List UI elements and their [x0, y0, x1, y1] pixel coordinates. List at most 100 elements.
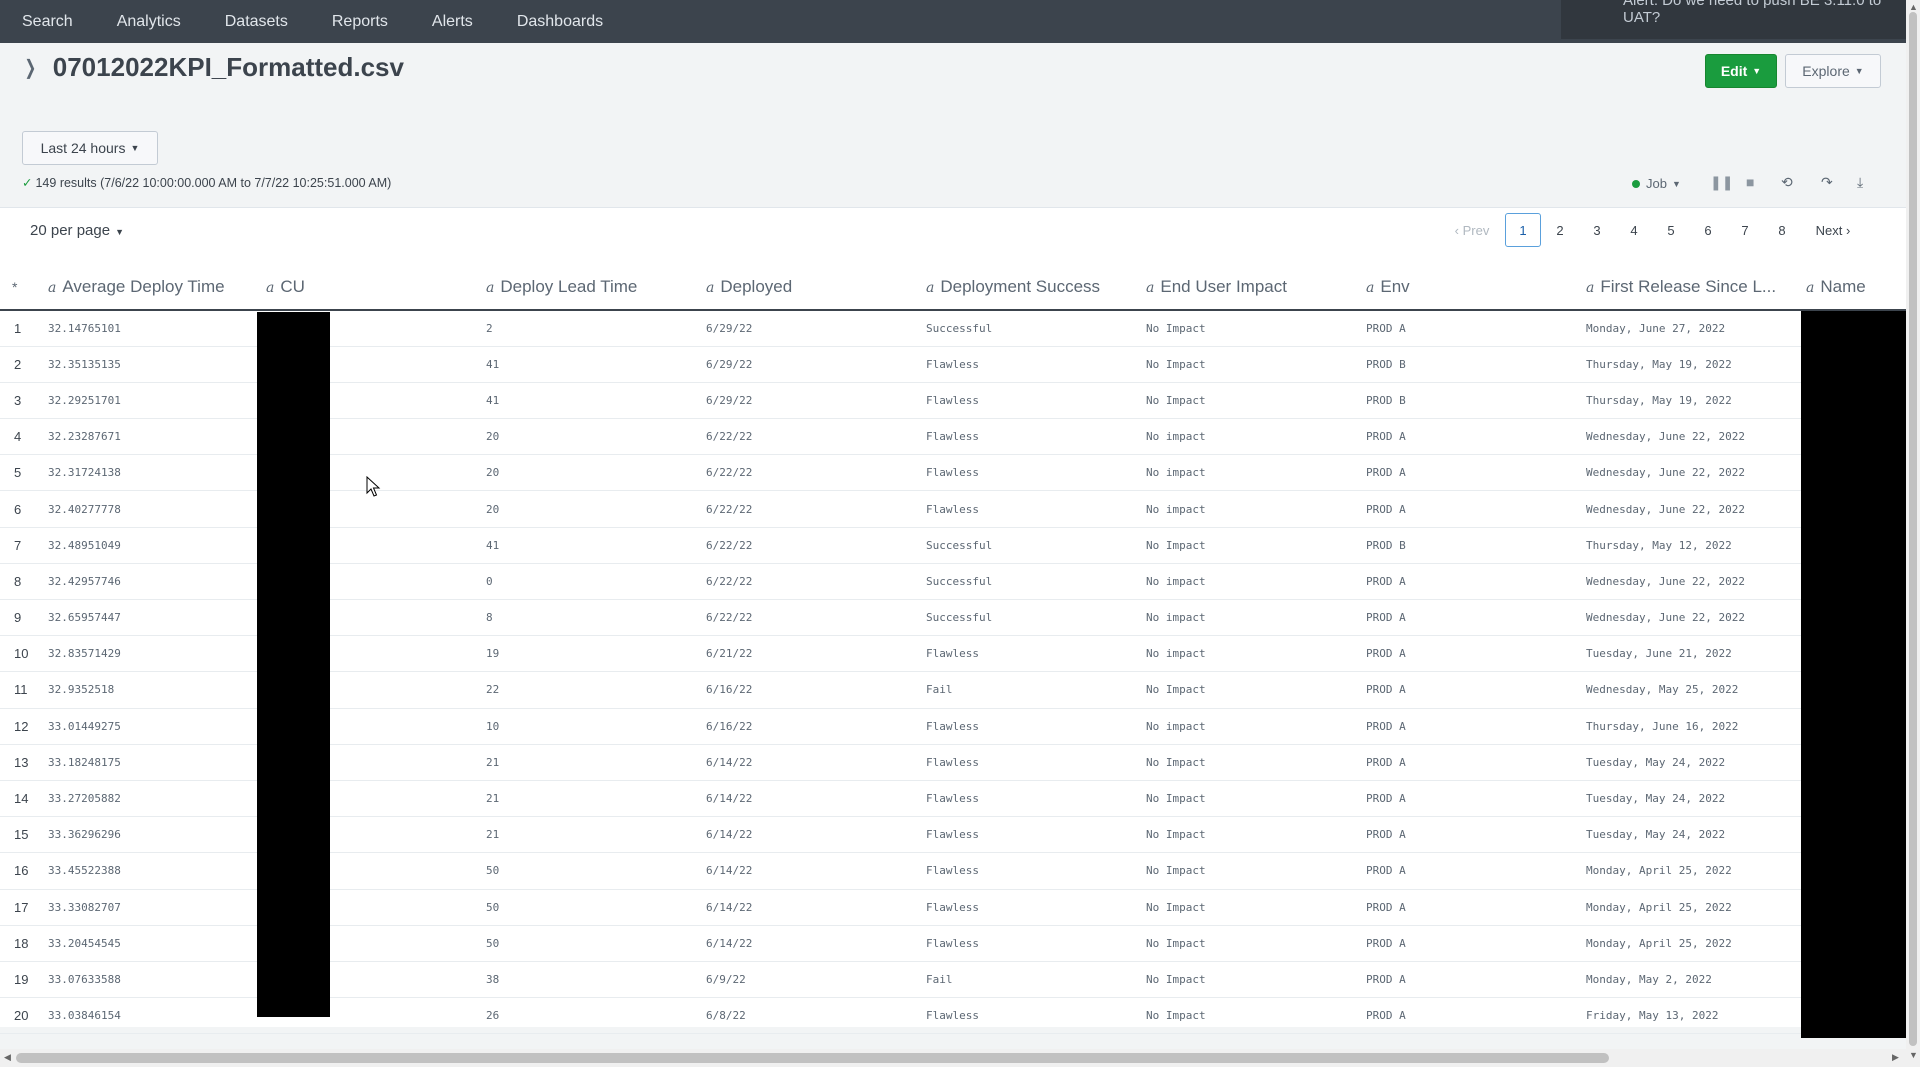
- table-cell[interactable]: Wednesday, June 22, 2022: [1576, 418, 1796, 456]
- pause-icon[interactable]: ❚❚: [1710, 174, 1733, 191]
- table-cell[interactable]: No Impact: [1136, 852, 1356, 890]
- table-cell[interactable]: Flawless: [916, 382, 1136, 420]
- table-cell[interactable]: PROD A: [1356, 852, 1576, 890]
- table-cell[interactable]: 0: [476, 563, 696, 601]
- table-cell[interactable]: 32.40277778: [36, 490, 256, 528]
- table-cell[interactable]: PROD A: [1356, 635, 1576, 673]
- table-cell[interactable]: 6/14/22: [696, 889, 916, 926]
- table-cell[interactable]: No Impact: [1136, 744, 1356, 781]
- table-cell[interactable]: 50: [476, 925, 696, 962]
- table-cell[interactable]: Flawless: [916, 925, 1136, 962]
- table-cell[interactable]: No impact: [1136, 635, 1356, 673]
- nav-search[interactable]: Search: [22, 13, 73, 31]
- table-cell[interactable]: 32.23287671: [36, 418, 256, 456]
- table-cell[interactable]: 33.33082707: [36, 889, 256, 926]
- table-cell[interactable]: 32.65957447: [36, 599, 256, 637]
- table-cell[interactable]: 33.03846154: [36, 997, 256, 1035]
- table-cell[interactable]: 10: [476, 708, 696, 745]
- column-header[interactable]: a Deployment Success: [916, 264, 1136, 311]
- column-header[interactable]: a Deployed: [696, 264, 916, 311]
- column-header[interactable]: a End User Impact: [1136, 264, 1356, 311]
- table-cell[interactable]: PROD A: [1356, 780, 1576, 818]
- edit-button[interactable]: Edit ▼: [1705, 54, 1777, 88]
- table-cell[interactable]: 32.42957746: [36, 563, 256, 601]
- nav-datasets[interactable]: Datasets: [225, 13, 288, 31]
- table-cell[interactable]: No Impact: [1136, 997, 1356, 1035]
- table-cell[interactable]: Wednesday, June 22, 2022: [1576, 490, 1796, 528]
- table-cell[interactable]: Flawless: [916, 889, 1136, 926]
- page-button-5[interactable]: 5: [1653, 213, 1689, 247]
- table-cell[interactable]: PROD A: [1356, 490, 1576, 528]
- table-cell[interactable]: 50: [476, 852, 696, 890]
- page-button-6[interactable]: 6: [1690, 213, 1726, 247]
- table-cell[interactable]: 6/14/22: [696, 925, 916, 962]
- table-cell[interactable]: 41: [476, 346, 696, 383]
- notification-toast[interactable]: Alert: Do we need to push BE 3.11.0 to U…: [1561, 0, 1906, 39]
- page-button-7[interactable]: 7: [1727, 213, 1763, 247]
- table-cell[interactable]: No impact: [1136, 708, 1356, 745]
- table-cell[interactable]: Tuesday, May 24, 2022: [1576, 780, 1796, 818]
- table-cell[interactable]: No Impact: [1136, 346, 1356, 383]
- job-menu[interactable]: Job ▼: [1632, 176, 1681, 191]
- table-cell[interactable]: Flawless: [916, 997, 1136, 1035]
- table-cell[interactable]: Monday, June 27, 2022: [1576, 310, 1796, 347]
- table-cell[interactable]: No Impact: [1136, 382, 1356, 420]
- table-cell[interactable]: Flawless: [916, 852, 1136, 890]
- table-cell[interactable]: 22: [476, 671, 696, 709]
- column-header[interactable]: a Name: [1796, 264, 1906, 311]
- table-cell[interactable]: 33.01449275: [36, 708, 256, 745]
- table-cell[interactable]: 32.35135135: [36, 346, 256, 383]
- page-button-2[interactable]: 2: [1542, 213, 1578, 247]
- table-cell[interactable]: Fail: [916, 671, 1136, 709]
- table-cell[interactable]: Flawless: [916, 418, 1136, 456]
- table-cell[interactable]: PROD A: [1356, 708, 1576, 745]
- table-cell[interactable]: 21: [476, 780, 696, 818]
- table-cell[interactable]: PROD A: [1356, 599, 1576, 637]
- explore-button[interactable]: Explore ▼: [1785, 54, 1881, 88]
- table-cell[interactable]: 6/14/22: [696, 780, 916, 818]
- table-cell[interactable]: No Impact: [1136, 961, 1356, 999]
- table-cell[interactable]: Wednesday, May 25, 2022: [1576, 671, 1796, 709]
- table-cell[interactable]: Flawless: [916, 744, 1136, 781]
- table-cell[interactable]: 6/14/22: [696, 816, 916, 854]
- table-cell[interactable]: Friday, May 13, 2022: [1576, 997, 1796, 1035]
- table-cell[interactable]: No Impact: [1136, 527, 1356, 564]
- table-cell[interactable]: Flawless: [916, 490, 1136, 528]
- per-page-dropdown[interactable]: 20 per page ▼: [30, 222, 124, 239]
- column-header[interactable]: a Average Deploy Time: [36, 264, 256, 311]
- table-cell[interactable]: PROD A: [1356, 418, 1576, 456]
- table-cell[interactable]: 6/9/22: [696, 961, 916, 999]
- nav-alerts[interactable]: Alerts: [432, 13, 473, 31]
- table-cell[interactable]: 6/29/22: [696, 382, 916, 420]
- table-cell[interactable]: PROD A: [1356, 310, 1576, 347]
- column-header[interactable]: a First Release Since L...: [1576, 264, 1796, 311]
- table-cell[interactable]: 32.14765101: [36, 310, 256, 347]
- table-cell[interactable]: Thursday, May 12, 2022: [1576, 527, 1796, 564]
- table-cell[interactable]: No Impact: [1136, 780, 1356, 818]
- table-cell[interactable]: Flawless: [916, 346, 1136, 383]
- table-cell[interactable]: 32.48951049: [36, 527, 256, 564]
- scroll-down-icon[interactable]: ▼: [1909, 1050, 1918, 1060]
- table-cell[interactable]: 32.31724138: [36, 454, 256, 492]
- table-cell[interactable]: 33.18248175: [36, 744, 256, 781]
- table-cell[interactable]: 6/22/22: [696, 527, 916, 564]
- table-cell[interactable]: PROD A: [1356, 744, 1576, 781]
- table-cell[interactable]: 32.83571429: [36, 635, 256, 673]
- table-cell[interactable]: 33.20454545: [36, 925, 256, 962]
- table-cell[interactable]: 6/16/22: [696, 671, 916, 709]
- vertical-scroll-thumb[interactable]: [1909, 12, 1917, 1046]
- table-cell[interactable]: Thursday, May 19, 2022: [1576, 346, 1796, 383]
- table-cell[interactable]: 6/22/22: [696, 563, 916, 601]
- table-cell[interactable]: Monday, April 25, 2022: [1576, 889, 1796, 926]
- table-cell[interactable]: PROD A: [1356, 563, 1576, 601]
- table-cell[interactable]: PROD A: [1356, 671, 1576, 709]
- table-cell[interactable]: No Impact: [1136, 925, 1356, 962]
- table-cell[interactable]: Flawless: [916, 816, 1136, 854]
- table-cell[interactable]: 50: [476, 889, 696, 926]
- table-cell[interactable]: Thursday, June 16, 2022: [1576, 708, 1796, 745]
- nav-analytics[interactable]: Analytics: [117, 13, 181, 31]
- table-cell[interactable]: 6/22/22: [696, 490, 916, 528]
- table-cell[interactable]: No Impact: [1136, 671, 1356, 709]
- table-cell[interactable]: 6/22/22: [696, 599, 916, 637]
- scroll-up-icon[interactable]: ▲: [1909, 2, 1918, 12]
